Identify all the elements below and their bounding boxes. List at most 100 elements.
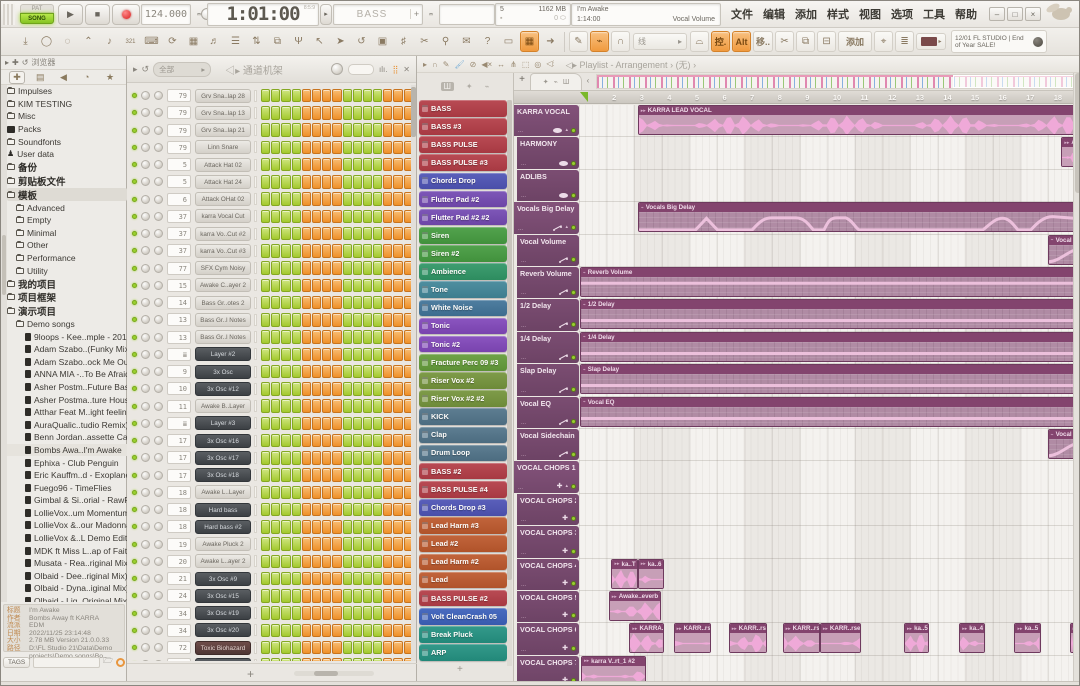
channel-volume-knob[interactable] [154,591,163,600]
step-cell[interactable] [322,589,331,603]
channel-target-display[interactable]: 79 [167,106,191,119]
channel-pan-knob[interactable] [141,367,150,376]
step-cell[interactable] [393,382,402,396]
channel-target-display[interactable]: 13 [167,313,191,326]
picker-item[interactable]: Lead [419,572,507,589]
step-cell[interactable] [393,89,402,103]
tree-item[interactable]: Adam Szabo..ock Me Out [7,355,127,368]
pl-playback-icon[interactable]: ◁⫶ [546,59,554,69]
step-cell[interactable] [404,468,411,482]
channel-volume-knob[interactable] [154,384,163,393]
channel-volume-knob[interactable] [154,419,163,428]
step-cell[interactable] [261,296,270,310]
step-cell[interactable] [404,261,411,275]
step-cell[interactable] [292,123,301,137]
step-cell[interactable] [404,382,411,396]
record-button[interactable] [112,4,140,25]
step-cell[interactable] [281,399,290,413]
pitch-slider-track[interactable] [429,13,433,16]
stop-button[interactable]: ■ [85,4,110,25]
channel-target-display[interactable]: 18 [167,520,191,533]
multilink-icon[interactable]: ⇅ [247,31,266,52]
step-cell[interactable] [404,348,411,362]
channel-button[interactable]: karra Vo..Cut #2 [195,227,251,241]
picker-item[interactable]: Clap [419,427,507,444]
split-icon[interactable]: Ψ [289,31,308,52]
pattern-add-icon[interactable]: + [410,9,422,19]
step-cell[interactable] [312,503,321,517]
audio-clip-karr-rsed[interactable]: ▸▸KARR..rsed [729,623,768,653]
magnet-icon[interactable]: ∩ [611,31,630,52]
picker-item[interactable]: BASS PULSE [419,136,507,153]
rack-close-icon[interactable]: ✕ [403,65,410,74]
tree-item[interactable]: AuraQualic..tudio Remix) [7,418,127,431]
step-cell[interactable] [383,624,392,638]
channel-button[interactable]: SFX Cym Noisy [195,261,251,275]
step-cell[interactable] [261,192,270,206]
step-cell[interactable] [373,503,382,517]
channel-pan-knob[interactable] [141,436,150,445]
step-cell[interactable] [281,641,290,655]
step-cell[interactable] [261,417,270,431]
step-cell[interactable] [271,244,280,258]
step-cell[interactable] [312,244,321,258]
channel-volume-knob[interactable] [154,298,163,307]
minimize-button[interactable]: – [989,7,1005,21]
channel-button[interactable]: Awake C..ayer 2 [195,278,251,292]
step-cell[interactable] [271,210,280,224]
track-header-1-2-delay[interactable]: 1/2 Delay... [517,299,579,330]
step-cell[interactable] [271,106,280,120]
step-cell[interactable] [343,123,352,137]
step-cell[interactable] [322,330,331,344]
step-cell[interactable] [332,520,341,534]
step-cell[interactable] [332,434,341,448]
folder-icon[interactable]: 🗁 [103,655,113,669]
step-cell[interactable] [302,486,311,500]
channel-button[interactable]: Toxic Biohazard [195,641,251,655]
channel-pan-knob[interactable] [141,471,150,480]
channel-volume-knob[interactable] [154,402,163,411]
track-link-icon[interactable] [559,289,568,295]
step-cell[interactable] [383,106,392,120]
channel-target-display[interactable]: 5 [167,158,191,171]
step-cell[interactable] [292,589,301,603]
track-eye-icon[interactable] [559,161,568,166]
step-cell[interactable] [404,641,411,655]
step-cell[interactable] [343,555,352,569]
channel-pan-knob[interactable] [141,660,150,661]
step-cell[interactable] [343,365,352,379]
step-cell[interactable] [343,141,352,155]
track-enable-led[interactable] [571,225,576,230]
step-cell[interactable] [302,537,311,551]
browser-up-icon[interactable]: ✚ [12,58,19,67]
channel-target-display[interactable]: 37 [167,210,191,223]
step-cell[interactable] [383,313,392,327]
step-cell[interactable] [281,261,290,275]
step-cell[interactable] [312,589,321,603]
main-pitch-knob[interactable]: ◌ [58,31,77,52]
automation-clip-slap-delay[interactable]: ⌁Slap Delay [580,364,1075,394]
step-cell[interactable] [271,123,280,137]
pl-slice-icon[interactable]: ⋔ [510,60,517,69]
channel-pan-knob[interactable] [141,91,150,100]
channel-target-display[interactable]: 21 [167,572,191,585]
metronome-icon[interactable]: ⌃ [79,31,98,52]
step-cell[interactable] [332,210,341,224]
step-cell[interactable] [292,365,301,379]
channel-target-display[interactable]: 17 [167,434,191,447]
step-cell[interactable] [353,158,362,172]
picker-item[interactable]: BASS [419,100,507,117]
step-cell[interactable] [271,330,280,344]
audio-clip-awake-everb[interactable]: ▸▸Awake..everb [609,591,661,621]
channel-button[interactable]: Grv Sna..lap 28 [195,89,251,103]
step-cell[interactable] [332,486,341,500]
step-cell[interactable] [271,296,280,310]
channel-button[interactable]: Grv Sna..lap 21 [195,123,251,137]
picker-item[interactable]: BASS PULSE #3 [419,154,507,171]
step-cell[interactable] [373,348,382,362]
step-cell[interactable] [353,417,362,431]
step-cell[interactable] [404,503,411,517]
step-cell[interactable] [393,106,402,120]
channel-pan-knob[interactable] [141,453,150,462]
channel-target-display[interactable]: 37 [167,244,191,257]
